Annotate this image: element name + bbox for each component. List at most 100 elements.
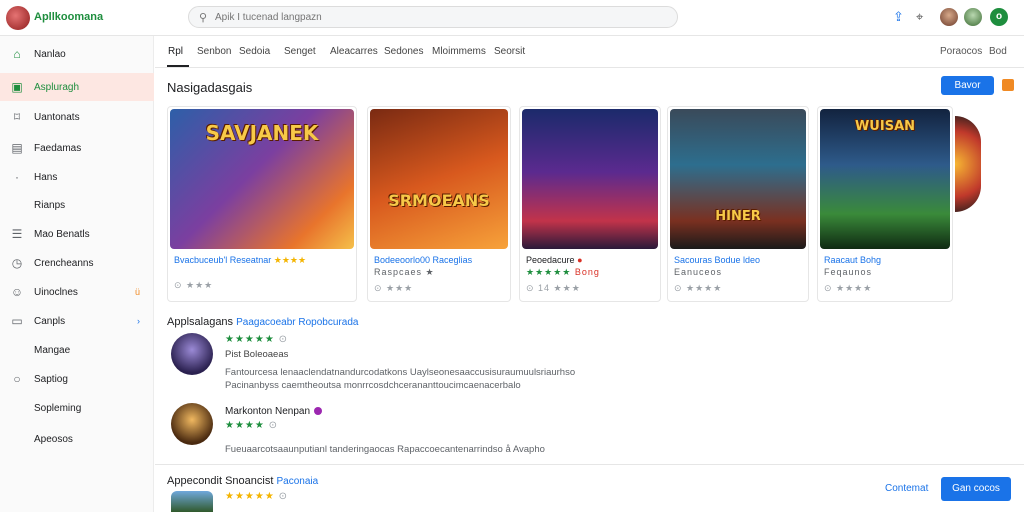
reviews-header: Applsalagans Paagacoeabr Ropobcurada (167, 316, 359, 328)
bottom-link[interactable]: Paconaia (276, 476, 318, 487)
game-card[interactable]: HINER Sacouras Bodue ldeo Eanuceos ⊙ ★★★… (667, 106, 809, 302)
sidebar-item-person[interactable]: ☺ Uinoclnes ü (0, 278, 154, 306)
game-thumbnail[interactable]: HINER (670, 109, 806, 249)
sidebar-item-history[interactable]: ◷ Crencheanns (0, 249, 154, 277)
bookmark-icon: ⌑ (13, 110, 21, 124)
bottom-bar: Appecondit Snoancist Paconaia ★★★★★ ⊙ Co… (155, 464, 1024, 512)
sidebar-item-apeosos[interactable]: Apeosos (0, 425, 154, 453)
game-rating: ⊙ ★★★★ (824, 283, 873, 293)
game-rating: ⊙ ★★★ (174, 280, 214, 290)
folder-icon: ▭ (11, 314, 23, 328)
app-logo[interactable] (6, 6, 30, 30)
sidebar-item-label: Mangae (34, 344, 71, 356)
main-content: Rpl Senbon Sedoia Senget Aleacarres Sedo… (155, 36, 1024, 512)
review-stars: ★★★★★ ⊙ (225, 334, 288, 345)
sidebar-item-label: Rianps (34, 199, 66, 211)
avatar[interactable] (940, 8, 958, 26)
search-bar[interactable]: ⚲ (188, 6, 678, 28)
sidebar-item-bookmarks[interactable]: ⌑ Uantonats (0, 103, 154, 131)
game-title: Peoedacure ● (526, 255, 583, 265)
sidebar-item-label: Faedamas (34, 142, 82, 154)
pin-icon[interactable]: ⌖ (916, 9, 923, 25)
game-rating: ⊙ ★★★★ (674, 283, 723, 293)
sidebar-item-home[interactable]: ⌂ Nanlao (0, 40, 154, 68)
reviewer-avatar[interactable] (171, 403, 213, 445)
game-card[interactable]: SAVJANEK Bvacbuceub'l Reseatnar ★★★★ ⊙ ★… (167, 106, 357, 302)
sidebar-item-mangae[interactable]: Mangae (0, 336, 154, 364)
tab-5[interactable]: Sedones (384, 46, 423, 57)
sidebar-item-list[interactable]: ☰ Mao Benatls (0, 220, 154, 248)
avatar[interactable] (964, 8, 982, 26)
tab-4[interactable]: Aleacarres (330, 46, 378, 57)
home-icon: ⌂ (13, 47, 21, 61)
top-bar: Apllkoomana ⚲ ⇪ ⌖ o (0, 0, 1024, 36)
game-rating: ⊙ ★★★ (374, 283, 414, 293)
sidebar-item-settings[interactable]: ○ Saptiog (0, 365, 154, 393)
review-text: Pacinanbyss caemtheoutsa monrrcosdchcera… (225, 380, 521, 391)
flag-icon[interactable] (1002, 79, 1014, 91)
sidebar-item-label: Uantonats (34, 111, 80, 123)
tab-right-0[interactable]: Poraocos (940, 46, 982, 57)
sidebar-item-rianps[interactable]: Rianps (0, 191, 154, 219)
tab-right-1[interactable]: Bod (989, 46, 1007, 57)
game-card[interactable]: Peoedacure ● ★★★★★ Bong ⊙ 14 ★★★ (519, 106, 661, 302)
tab-bar: Rpl Senbon Sedoia Senget Aleacarres Sedo… (155, 36, 1024, 68)
dot-icon: · (15, 170, 19, 184)
sidebar-item-calendar[interactable]: ▤ Faedamas (0, 134, 154, 162)
game-art-title: WUISAN (854, 119, 916, 134)
sidebar-item-label: Uinoclnes (34, 286, 78, 298)
game-thumbnail[interactable]: SAVJANEK (170, 109, 354, 249)
history-icon: ◷ (11, 256, 23, 270)
sidebar-item-hans[interactable]: · Hans (0, 163, 154, 191)
search-input[interactable] (215, 10, 655, 25)
active-tab-indicator (167, 65, 189, 67)
game-title: Bodeeoorlo00 Raceglias (374, 255, 473, 265)
sidebar-item-label: Mao Benatls (34, 228, 90, 240)
reviewer-avatar[interactable] (171, 333, 213, 375)
profile-avatar[interactable]: o (990, 8, 1008, 26)
bottom-stars: ★★★★★ ⊙ (225, 491, 288, 502)
primary-action-button[interactable]: Gan cocos (941, 477, 1011, 501)
sidebar-item-folder[interactable]: ▭ Canpls › (0, 307, 154, 335)
game-thumbnail[interactable]: WUISAN (820, 109, 950, 249)
section-action-button[interactable]: Bavor (941, 76, 994, 95)
game-subtitle: Eanuceos (674, 267, 723, 277)
tab-1[interactable]: Senbon (197, 46, 231, 57)
game-art-title: HINER (715, 209, 761, 224)
game-card[interactable]: WUISAN Raacaut Bohg Feqaunos ⊙ ★★★★ (817, 106, 953, 302)
search-icon: ⚲ (199, 12, 208, 24)
review-stars: ★★★★ ⊙ (225, 420, 279, 431)
tab-7[interactable]: Seorsit (494, 46, 525, 57)
review-subtitle: Pist Boleoaeas (225, 349, 289, 360)
tab-2[interactable]: Sedoia (239, 46, 270, 57)
reviews-link[interactable]: Paagacoeabr Ropobcurada (236, 317, 358, 328)
sidebar: ⌂ Nanlao ▣ Aspluragh ⌑ Uantonats ▤ Faeda… (0, 36, 154, 512)
game-thumbnail[interactable]: SRMOEANS (370, 109, 508, 249)
bottom-thumbnail[interactable] (171, 491, 213, 512)
circle-icon: ○ (13, 372, 21, 386)
tab-0[interactable]: Rpl (168, 46, 183, 57)
review-text: Fueuaarcotsaaunputianl tanderingaocas Ra… (225, 444, 545, 455)
app-title: Apllkoomana (34, 11, 104, 23)
sidebar-item-apps[interactable]: ▣ Aspluragh (0, 73, 154, 101)
tab-6[interactable]: Mloimmems (432, 46, 486, 57)
game-title: Sacouras Bodue ldeo (674, 255, 761, 265)
game-card[interactable]: SRMOEANS Bodeeoorlo00 Raceglias Raspcaes… (367, 106, 511, 302)
chevron-right-icon: › (137, 316, 140, 326)
list-icon: ☰ (11, 227, 23, 241)
tab-3[interactable]: Senget (284, 46, 316, 57)
upload-icon[interactable]: ⇪ (893, 9, 904, 25)
game-title: Bvacbuceub'l Reseatnar ★★★★ (174, 255, 307, 265)
review-text: Fantourcesa lenaaclendatnandurcodatkons … (225, 367, 576, 378)
reviewer-name: Markonton Nenpan (225, 406, 323, 417)
sidebar-item-label: Apeosos (34, 433, 73, 445)
verified-badge-icon (314, 407, 323, 416)
game-thumbnail[interactable] (522, 109, 658, 249)
sidebar-item-sopleming[interactable]: Sopleming (0, 394, 154, 422)
next-card-peek[interactable] (955, 116, 981, 212)
sidebar-item-label: Aspluragh (34, 81, 80, 93)
contact-link[interactable]: Contemat (885, 483, 928, 494)
game-subtitle: Raspcaes ★ (374, 267, 435, 277)
game-stars: ★★★★★ Bong (526, 267, 600, 277)
sidebar-item-label: Canpls (34, 315, 66, 327)
